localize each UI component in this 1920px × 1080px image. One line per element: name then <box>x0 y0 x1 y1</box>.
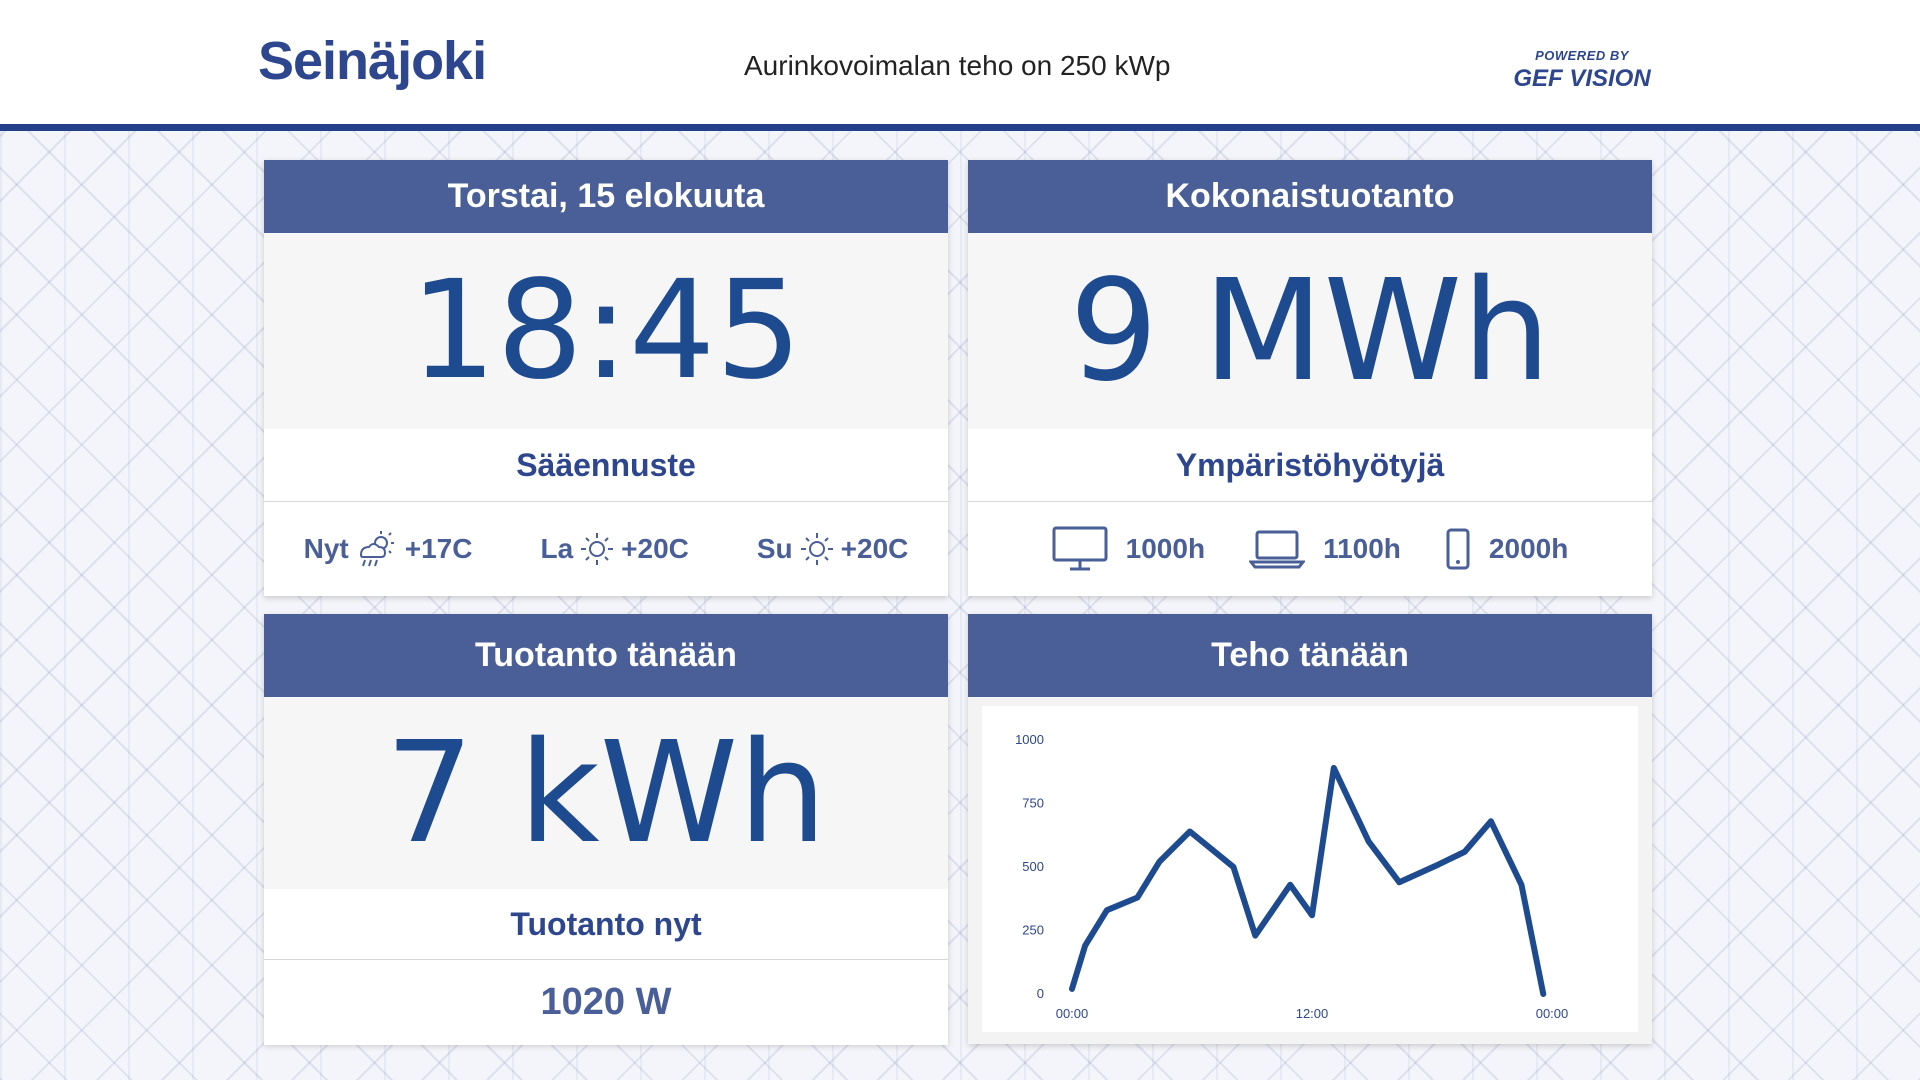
y-tick-label: 0 <box>1037 986 1044 1001</box>
forecast-sunday: Su +20C <box>751 531 915 567</box>
phone-equivalent: 2000h <box>1445 528 1568 570</box>
total-production-value: 9 MWh <box>968 233 1652 429</box>
total-production-title: Kokonaistuotanto <box>968 160 1652 233</box>
x-tick-label: 12:00 <box>1296 1006 1329 1021</box>
forecast-temp: +20C <box>621 533 689 564</box>
forecast-day: Su <box>756 533 793 564</box>
forecast-now: Nyt +17C <box>298 529 479 569</box>
environment-benefits-heading: Ympäristöhyötyjä <box>968 429 1652 502</box>
today-production-card: Tuotanto tänään 7 kWh Tuotanto nyt 1020 … <box>264 614 948 1045</box>
power-today-title: Teho tänään <box>968 614 1652 697</box>
date-title: Torstai, 15 elokuuta <box>264 160 948 233</box>
powered-by-label: POWERED BY <box>1535 48 1629 63</box>
y-tick-label: 500 <box>1022 859 1044 874</box>
top-header: Seinäjoki Aurinkovoimalan teho on 250 kW… <box>0 0 1920 124</box>
sun-icon <box>800 533 833 565</box>
phone-hours: 2000h <box>1488 533 1569 564</box>
today-production-value: 7 kWh <box>264 697 948 889</box>
monitor-equivalent: 1000h <box>1052 526 1205 572</box>
equivalents-row: 1000h 1100h 2000h <box>968 502 1652 596</box>
monitor-icon <box>1052 526 1108 571</box>
forecast-saturday: La +20C <box>534 531 694 567</box>
y-tick-label: 1000 <box>1015 732 1044 747</box>
power-line-chart: 0 250 500 750 1000 00:00 12:00 00:00 <box>1015 732 1569 1021</box>
forecast-day: La <box>540 533 574 564</box>
total-production-card: Kokonaistuotanto 9 MWh Ympäristöhyötyjä … <box>968 160 1652 596</box>
header-divider <box>0 124 1920 131</box>
y-tick-label: 750 <box>1022 796 1044 811</box>
forecast-row: Nyt +17C La +20C Su +20C <box>264 502 948 596</box>
city-logo: Seinäjoki <box>258 31 487 91</box>
date-weather-card: Torstai, 15 elokuuta 18:45 Sääennuste Ny… <box>264 160 948 596</box>
rain-cloud-sun-icon <box>359 531 394 567</box>
forecast-day: Nyt <box>303 533 349 564</box>
y-tick-label: 250 <box>1022 923 1044 938</box>
forecast-heading: Sääennuste <box>264 429 948 502</box>
chart-container: 0 250 500 750 1000 00:00 12:00 00:00 <box>982 706 1638 1032</box>
phone-icon <box>1446 528 1470 570</box>
powered-by-logo: POWERED BY GEF VISION <box>1512 48 1652 93</box>
today-production-title: Tuotanto tänään <box>264 614 948 697</box>
plant-capacity-text: Aurinkovoimalan teho on 250 kWp <box>744 50 1171 81</box>
laptop-icon <box>1249 530 1306 569</box>
monitor-hours: 1000h <box>1125 533 1206 564</box>
laptop-equivalent: 1100h <box>1249 529 1401 569</box>
clock-display: 18:45 <box>264 233 948 429</box>
forecast-temp: +17C <box>404 533 473 564</box>
current-production-value: 1020 W <box>264 960 948 1045</box>
laptop-hours: 1100h <box>1323 533 1401 564</box>
x-tick-label: 00:00 <box>1536 1006 1569 1021</box>
power-today-card: Teho tänään 0 250 500 750 1000 00:00 12:00 00:0… <box>968 614 1652 1044</box>
forecast-temp: +20C <box>840 533 909 564</box>
sun-icon <box>581 533 614 565</box>
current-production-heading: Tuotanto nyt <box>264 889 948 960</box>
x-tick-label: 00:00 <box>1056 1006 1089 1021</box>
gef-vision-brand: GEF VISION <box>1513 65 1651 92</box>
power-series-line <box>1069 764 1547 997</box>
